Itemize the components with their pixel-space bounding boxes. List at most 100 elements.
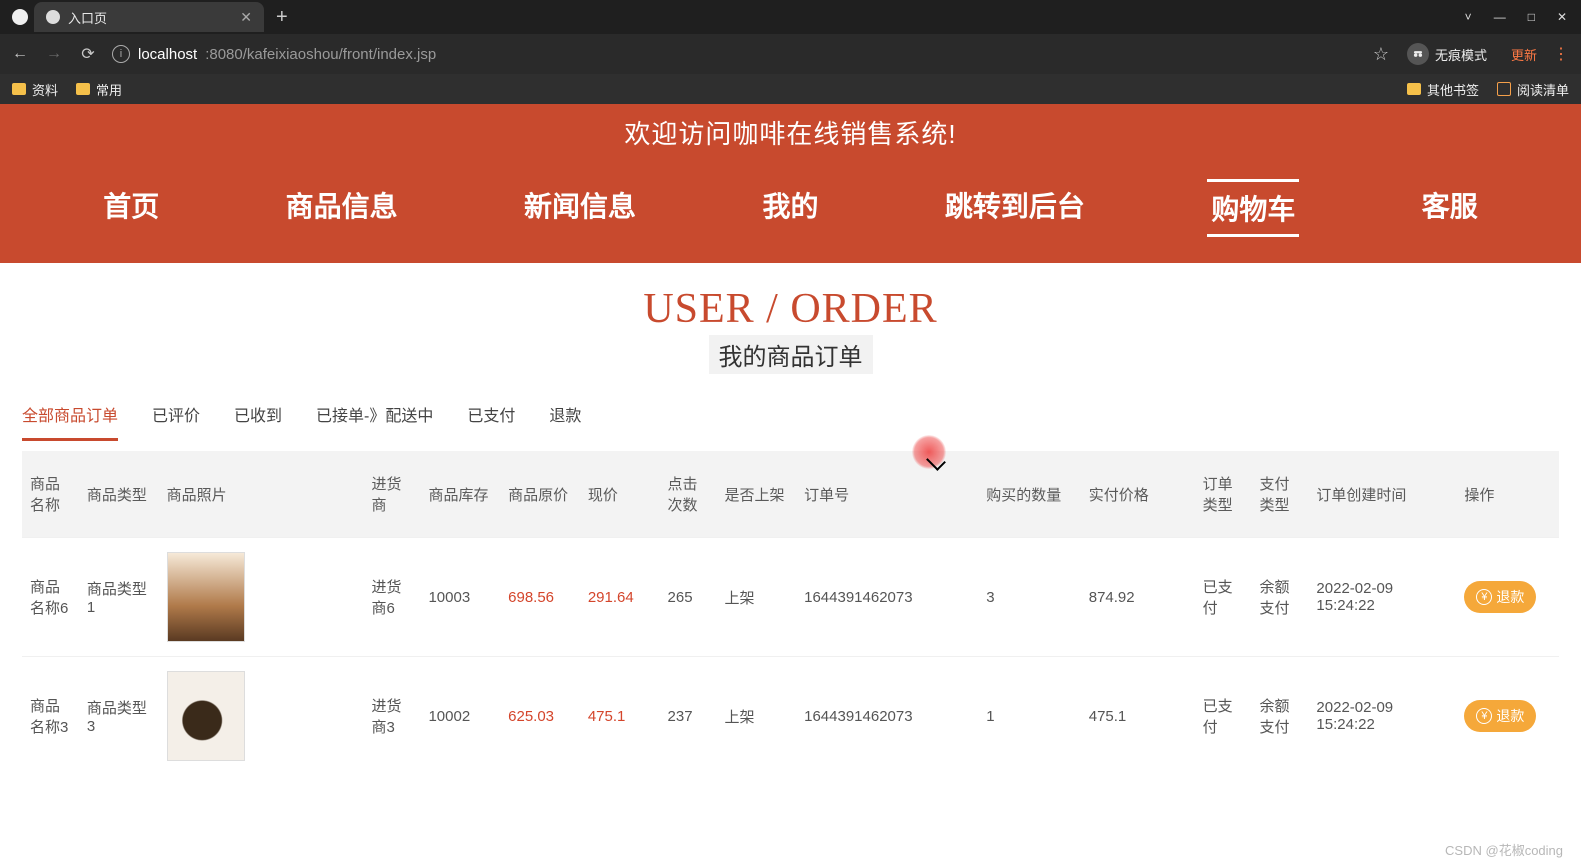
- close-icon[interactable]: ✕: [240, 9, 252, 26]
- col-type: 商品类型: [79, 451, 159, 538]
- forward-icon[interactable]: →: [44, 44, 64, 64]
- cell-ordertype: 已支付: [1195, 538, 1252, 657]
- cell-type: 商品类型3: [79, 657, 159, 776]
- browser-addressbar: ← → ⟳ i localhost:8080/kafeixiaoshou/fro…: [0, 34, 1581, 74]
- window-controls: ˅ — □ ✕: [1465, 10, 1581, 24]
- back-icon[interactable]: ←: [10, 44, 30, 64]
- bookmark-folder[interactable]: 常用: [76, 80, 122, 99]
- url-input[interactable]: i localhost:8080/kafeixiaoshou/front/ind…: [112, 45, 1359, 63]
- cell-stock: 10003: [420, 538, 500, 657]
- window-minimize-icon[interactable]: —: [1494, 10, 1506, 24]
- tab-all-orders[interactable]: 全部商品订单: [22, 402, 118, 441]
- bookmark-folder[interactable]: 资料: [12, 80, 58, 99]
- reload-icon[interactable]: ⟳: [78, 44, 98, 64]
- other-bookmarks[interactable]: 其他书签: [1407, 80, 1479, 99]
- tab-leading-icon: [12, 9, 28, 25]
- refund-button[interactable]: ¥退款: [1464, 700, 1536, 732]
- cell-ctime: 2022-02-09 15:24:22: [1308, 538, 1456, 657]
- tab-paid[interactable]: 已支付: [467, 402, 515, 441]
- nav-mine[interactable]: 我的: [758, 179, 822, 237]
- col-now-price: 现价: [580, 451, 660, 538]
- col-paid: 实付价格: [1081, 451, 1195, 538]
- cell-orig-price: 698.56: [500, 538, 580, 657]
- cell-orderno: 1644391462073: [796, 657, 978, 776]
- list-icon: [1497, 82, 1511, 96]
- cell-paytype: 余额支付: [1252, 538, 1309, 657]
- table-header: 商品名称 商品类型 商品照片 进货商 商品库存 商品原价 现价 点击次数 是否上…: [22, 451, 1559, 538]
- other-bookmarks-label: 其他书签: [1427, 80, 1479, 99]
- folder-icon: [1407, 83, 1421, 95]
- cell-orig-price: 625.03: [500, 657, 580, 776]
- nav-products[interactable]: 商品信息: [282, 179, 402, 237]
- refund-label: 退款: [1496, 587, 1524, 607]
- refund-button[interactable]: ¥退款: [1464, 581, 1536, 613]
- cell-supplier: 进货商6: [364, 538, 421, 657]
- cell-clicks: 265: [660, 538, 717, 657]
- page-title-cn: 我的商品订单: [709, 335, 873, 374]
- col-name: 商品名称: [22, 451, 79, 538]
- tab-received[interactable]: 已收到: [234, 402, 282, 441]
- cell-orderno: 1644391462073: [796, 538, 978, 657]
- yen-icon: ¥: [1476, 589, 1492, 605]
- browser-tab[interactable]: 入口页 ✕: [34, 2, 264, 32]
- reading-list-label: 阅读清单: [1517, 80, 1569, 99]
- orders-table: 商品名称 商品类型 商品照片 进货商 商品库存 商品原价 现价 点击次数 是否上…: [22, 451, 1559, 775]
- bookmark-label: 资料: [32, 80, 58, 99]
- col-onshelf: 是否上架: [716, 451, 796, 538]
- cell-ordertype: 已支付: [1195, 657, 1252, 776]
- refund-label: 退款: [1496, 706, 1524, 726]
- cell-onshelf: 上架: [716, 538, 796, 657]
- cell-name: 商品名称6: [22, 538, 79, 657]
- cell-paid: 874.92: [1081, 538, 1195, 657]
- tab-reviewed[interactable]: 已评价: [152, 402, 200, 441]
- product-image: [167, 552, 245, 642]
- welcome-banner: 欢迎访问咖啡在线销售系统!: [0, 104, 1581, 165]
- table-row: 商品名称3 商品类型3 进货商3 10002 625.03 475.1 237 …: [22, 657, 1559, 776]
- col-clicks: 点击次数: [660, 451, 717, 538]
- tab-title: 入口页: [68, 8, 107, 27]
- nav-cart[interactable]: 购物车: [1207, 179, 1299, 237]
- col-qty: 购买的数量: [978, 451, 1080, 538]
- cell-qty: 3: [978, 538, 1080, 657]
- cell-now-price: 291.64: [580, 538, 660, 657]
- globe-icon: [46, 10, 60, 24]
- tab-shipping[interactable]: 已接单-》配送中: [316, 402, 433, 441]
- nav-home[interactable]: 首页: [99, 179, 163, 237]
- new-tab-button[interactable]: +: [264, 6, 300, 29]
- incognito-indicator[interactable]: 无痕模式: [1407, 43, 1487, 65]
- site-info-icon[interactable]: i: [112, 45, 130, 63]
- col-orig-price: 商品原价: [500, 451, 580, 538]
- nav-service[interactable]: 客服: [1418, 179, 1482, 237]
- cell-paid: 475.1: [1081, 657, 1195, 776]
- main-nav: 首页 商品信息 新闻信息 我的 跳转到后台 购物车 客服: [0, 165, 1581, 263]
- page-title-block: USER / ORDER 我的商品订单: [0, 285, 1581, 374]
- col-paytype: 支付类型: [1252, 451, 1309, 538]
- col-op: 操作: [1456, 451, 1559, 538]
- col-ordertype: 订单类型: [1195, 451, 1252, 538]
- cell-onshelf: 上架: [716, 657, 796, 776]
- nav-news[interactable]: 新闻信息: [520, 179, 640, 237]
- menu-icon[interactable]: ⋮: [1551, 44, 1571, 64]
- window-chevron-icon[interactable]: ˅: [1465, 10, 1472, 24]
- cell-stock: 10002: [420, 657, 500, 776]
- product-image: [167, 671, 245, 761]
- reading-list[interactable]: 阅读清单: [1497, 80, 1569, 99]
- table-row: 商品名称6 商品类型1 进货商6 10003 698.56 291.64 265…: [22, 538, 1559, 657]
- order-tabs: 全部商品订单 已评价 已收到 已接单-》配送中 已支付 退款: [0, 374, 1581, 441]
- bookmark-star-icon[interactable]: ☆: [1373, 44, 1389, 65]
- cell-photo: [159, 538, 364, 657]
- incognito-label: 无痕模式: [1435, 45, 1487, 64]
- tab-refund[interactable]: 退款: [549, 402, 581, 441]
- update-button[interactable]: 更新: [1511, 45, 1537, 64]
- cell-op: ¥退款: [1456, 538, 1559, 657]
- nav-admin[interactable]: 跳转到后台: [941, 179, 1089, 237]
- url-host: localhost: [138, 46, 197, 63]
- folder-icon: [76, 83, 90, 95]
- cell-op: ¥退款: [1456, 657, 1559, 776]
- cell-clicks: 237: [660, 657, 717, 776]
- window-maximize-icon[interactable]: □: [1528, 10, 1535, 24]
- browser-tabbar: 入口页 ✕ + ˅ — □ ✕: [0, 0, 1581, 34]
- browser-chrome: 入口页 ✕ + ˅ — □ ✕ ← → ⟳ i localhost:8080/k…: [0, 0, 1581, 104]
- window-close-icon[interactable]: ✕: [1557, 10, 1567, 24]
- bookmark-label: 常用: [96, 80, 122, 99]
